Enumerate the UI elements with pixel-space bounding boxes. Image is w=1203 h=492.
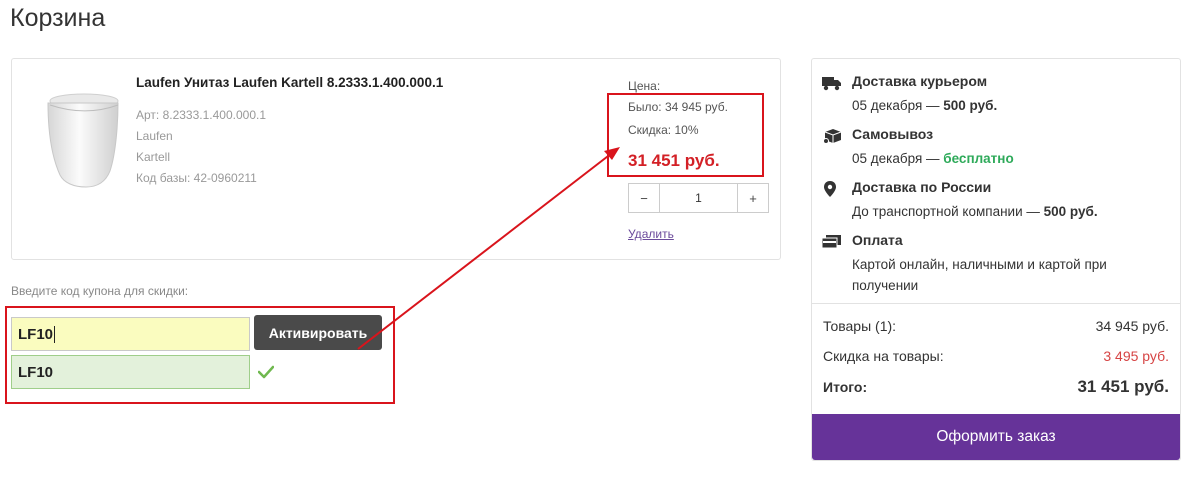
goods-total-row: Товары (1): 34 945 руб. <box>823 318 1169 334</box>
grand-total-row: Итого: 31 451 руб. <box>823 377 1169 397</box>
total-label: Итого: <box>823 379 868 395</box>
location-pin-icon <box>824 181 836 197</box>
delivery-courier-title: Доставка курьером <box>852 73 988 89</box>
product-meta: Арт: 8.2333.1.400.000.1 Laufen Kartell К… <box>136 105 266 189</box>
product-base-code: Код базы: 42-0960211 <box>136 171 257 185</box>
delivery-courier-info: 05 декабря — 500 руб. <box>852 98 998 113</box>
summary-divider <box>812 303 1180 304</box>
product-article: Арт: 8.2333.1.400.000.1 <box>136 108 267 122</box>
delivery-pickup-info: 05 декабря — бесплатно <box>852 151 1014 166</box>
goods-value: 34 945 руб. <box>1095 318 1169 334</box>
discount-label: Скидка на товары: <box>823 348 944 364</box>
product-image[interactable] <box>34 83 130 203</box>
discount-row: Скидка на товары: 3 495 руб. <box>823 348 1169 364</box>
quantity-stepper: − 1 + <box>628 183 769 213</box>
place-order-button[interactable]: Оформить заказ <box>812 414 1180 460</box>
product-name[interactable]: Laufen Унитаз Laufen Kartell 8.2333.1.40… <box>136 75 443 90</box>
annotation-box-price <box>607 93 764 177</box>
qty-decrease-button[interactable]: − <box>629 184 660 212</box>
remove-item-link[interactable]: Удалить <box>628 227 674 241</box>
pickup-box-icon <box>823 129 842 144</box>
qty-input[interactable]: 1 <box>660 184 737 212</box>
delivery-russia-title: Доставка по России <box>852 179 992 195</box>
delivery-russia-info: До транспортной компании — 500 руб. <box>852 204 1098 219</box>
total-value: 31 451 руб. <box>1077 377 1169 396</box>
payment-info: Картой онлайн, наличными и картой при по… <box>852 257 1107 293</box>
annotation-box-coupon <box>5 306 395 404</box>
payment-card-icon <box>822 235 841 249</box>
goods-label: Товары (1): <box>823 318 897 334</box>
product-brand: Laufen <box>136 129 173 143</box>
order-summary-panel: Доставка курьером 05 декабря — 500 руб. … <box>811 58 1181 461</box>
qty-increase-button[interactable]: + <box>737 184 768 212</box>
price-label: Цена: <box>628 79 661 93</box>
truck-icon <box>822 77 841 91</box>
page-title: Корзина <box>10 4 106 32</box>
product-collection: Kartell <box>136 150 171 164</box>
discount-value: 3 495 руб. <box>1103 348 1169 364</box>
delivery-pickup-title: Самовывоз <box>852 126 934 142</box>
payment-title: Оплата <box>852 232 903 248</box>
coupon-label: Введите код купона для скидки: <box>11 284 189 298</box>
